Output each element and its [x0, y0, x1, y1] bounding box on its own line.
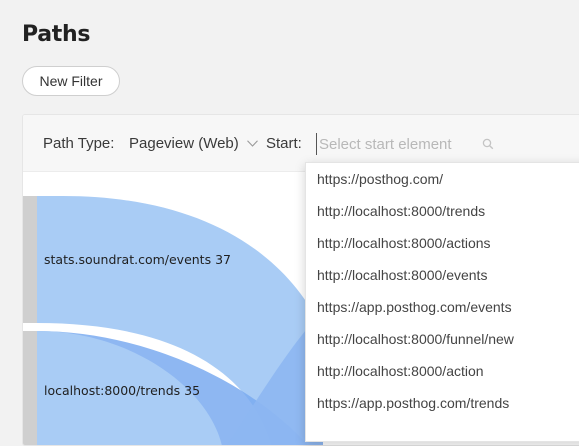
start-element-input[interactable]	[316, 133, 509, 155]
sankey-node-label: localhost:8000/trends 35	[44, 383, 200, 398]
start-element-dropdown: https://posthog.com/ http://localhost:80…	[305, 162, 579, 442]
path-type-select[interactable]: Pageview (Web)	[129, 135, 258, 152]
dropdown-option[interactable]: https://app.posthog.com/trends	[306, 387, 579, 419]
dropdown-option[interactable]: https://app.posthog.com/events	[306, 291, 579, 323]
search-icon	[482, 137, 494, 155]
node-label-text: localhost:8000/trends	[44, 383, 181, 398]
dropdown-option[interactable]: http://localhost:8000/funnel/new	[306, 323, 579, 355]
start-label: Start:	[266, 135, 302, 152]
chevron-down-icon	[246, 140, 258, 147]
node-label-count: 35	[184, 383, 201, 398]
path-type-value: Pageview (Web)	[129, 135, 239, 152]
path-type-label: Path Type:	[43, 135, 115, 152]
new-filter-button[interactable]: New Filter	[22, 66, 120, 96]
page-title: Paths	[22, 22, 91, 47]
sankey-node	[23, 331, 37, 445]
node-label-count: 37	[215, 252, 232, 267]
node-label-text: stats.soundrat.com/events	[44, 252, 212, 267]
dropdown-option[interactable]: http://localhost:8000/events	[306, 259, 579, 291]
sankey-node	[23, 196, 37, 323]
dropdown-option[interactable]: http://localhost:8000/actions	[306, 227, 579, 259]
dropdown-option[interactable]: https://posthog.com/	[306, 163, 579, 195]
sankey-node-label: stats.soundrat.com/events 37	[44, 252, 231, 267]
dropdown-option[interactable]: http://localhost:8000/action	[306, 355, 579, 387]
dropdown-option[interactable]: http://localhost:8000/trends	[306, 195, 579, 227]
